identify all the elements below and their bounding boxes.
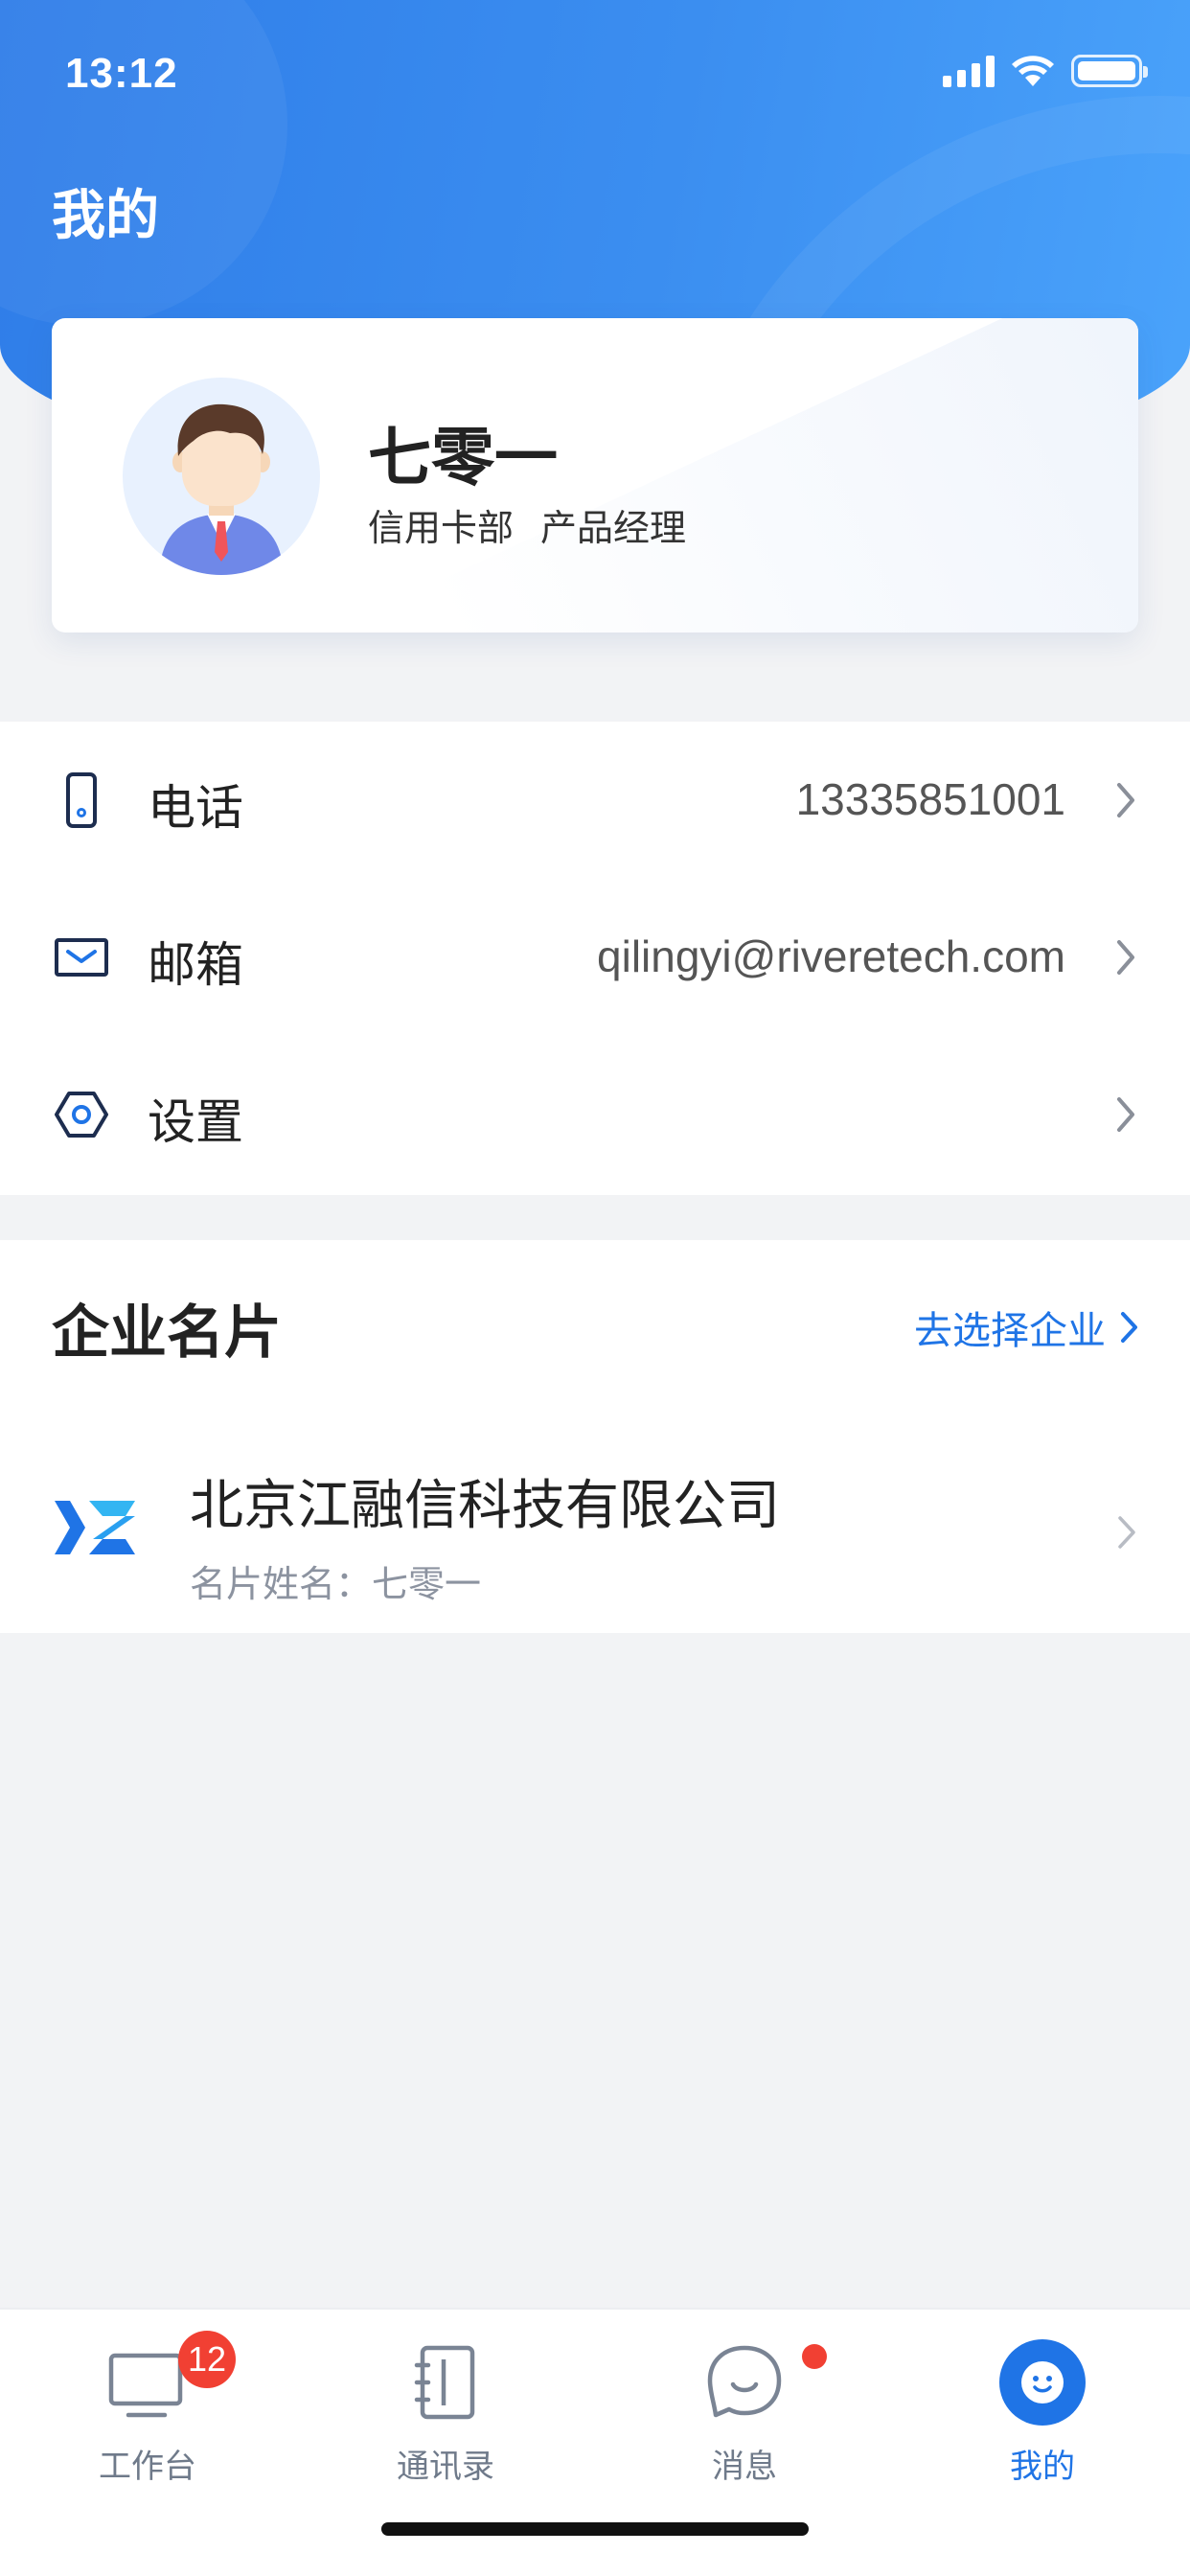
company-section-title: 企业名片 — [52, 1300, 282, 1367]
info-row-settings[interactable]: 设置 — [0, 1036, 1190, 1193]
chevron-right-icon — [1121, 1312, 1137, 1343]
mail-icon — [55, 938, 108, 977]
settings-label: 设置 — [148, 1094, 243, 1150]
wifi-icon — [1012, 56, 1054, 86]
company-list-item[interactable]: 北京江融信科技有限公司 名片姓名：七零一 — [0, 1441, 1190, 1633]
chevron-right-icon — [1118, 1516, 1135, 1549]
settings-icon — [55, 1092, 108, 1138]
tab-workbench[interactable]: 12 工作台 — [33, 2329, 263, 2486]
my-profile-screen: 13:12 我的 七零一 信用卡部 产品经理 电话 13335851001 邮箱… — [0, 0, 1190, 2576]
home-indicator[interactable] — [381, 2522, 809, 2536]
status-time: 13:12 — [65, 50, 178, 97]
avatar-illustration — [159, 403, 284, 575]
profile-department: 信用卡部 — [368, 507, 515, 549]
profile-department-position: 信用卡部 产品经理 — [368, 498, 686, 551]
company-logo-icon — [55, 1501, 135, 1554]
profile-card[interactable]: 七零一 信用卡部 产品经理 — [52, 318, 1138, 632]
phone-value: 13335851001 — [795, 774, 1065, 824]
message-unread-dot — [802, 2344, 827, 2369]
avatar[interactable] — [123, 378, 320, 575]
email-label: 邮箱 — [148, 937, 243, 993]
phone-icon — [66, 772, 97, 828]
cellular-signal-icon — [943, 55, 995, 87]
phone-label: 电话 — [148, 780, 243, 836]
chevron-right-icon — [1117, 783, 1134, 817]
tab-contacts-label: 通讯录 — [397, 2448, 494, 2486]
tab-contacts[interactable]: 通讯录 — [331, 2329, 561, 2486]
status-bar: 13:12 — [0, 0, 1190, 144]
info-row-email[interactable]: 邮箱 qilingyi@riveretech.com — [0, 879, 1190, 1036]
tab-me-label: 我的 — [1010, 2448, 1075, 2486]
info-row-phone[interactable]: 电话 13335851001 — [0, 722, 1190, 879]
me-icon — [999, 2339, 1086, 2426]
select-company-label: 去选择企业 — [914, 1309, 1106, 1353]
company-card-name: 名片姓名：七零一 — [190, 1563, 482, 1605]
company-name: 北京江融信科技有限公司 — [190, 1475, 780, 1537]
profile-position: 产品经理 — [540, 507, 687, 549]
contacts-icon — [414, 2345, 475, 2420]
battery-icon — [1071, 55, 1148, 87]
select-company-link[interactable]: 去选择企业 — [914, 1300, 1140, 1355]
tab-me[interactable]: 我的 — [927, 2329, 1157, 2486]
profile-name: 七零一 — [368, 421, 558, 494]
status-icons — [943, 54, 1148, 88]
email-value: qilingyi@riveretech.com — [597, 932, 1065, 981]
message-icon — [707, 2345, 782, 2418]
company-card-section: 企业名片 去选择企业 北京江融信科技有限公司 名片姓名：七零一 — [0, 1240, 1190, 1633]
tab-messages-label: 消息 — [712, 2448, 777, 2486]
tab-bar: 12 工作台 通讯录 消息 我的 — [0, 2308, 1190, 2576]
page-title: 我的 — [52, 185, 159, 247]
info-list: 电话 13335851001 邮箱 qilingyi@riveretech.co… — [0, 722, 1190, 1195]
chevron-right-icon — [1117, 1097, 1134, 1132]
tab-workbench-label: 工作台 — [99, 2448, 196, 2486]
chevron-right-icon — [1117, 940, 1134, 975]
tab-messages[interactable]: 消息 — [629, 2329, 859, 2486]
workbench-badge: 12 — [178, 2331, 236, 2388]
